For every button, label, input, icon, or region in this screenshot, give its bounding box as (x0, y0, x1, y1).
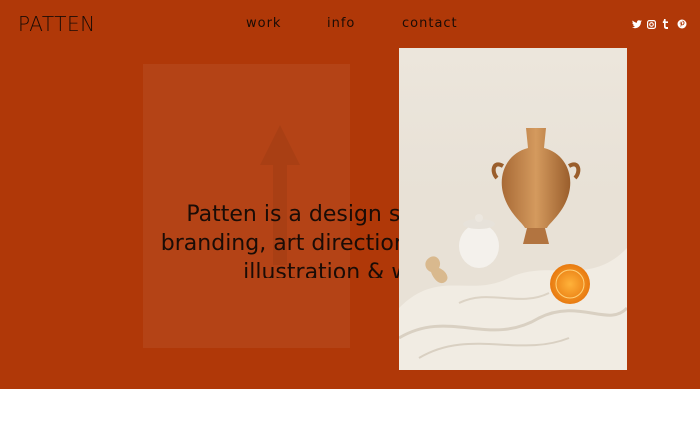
nav-info[interactable]: info (327, 16, 355, 31)
nav-contact[interactable]: contact (402, 16, 458, 31)
still-life-photo (399, 48, 627, 370)
tumblr-icon[interactable] (662, 16, 671, 29)
instagram-icon[interactable] (647, 16, 657, 30)
social-links (632, 16, 687, 30)
hero-section: PATTEN work info contact Patten is a des… (0, 0, 700, 389)
page-footer-area (0, 389, 700, 438)
twitter-icon[interactable] (632, 16, 642, 29)
pinterest-icon[interactable] (677, 16, 687, 29)
site-logo[interactable]: PATTEN (18, 12, 96, 36)
nav-work[interactable]: work (246, 16, 281, 31)
